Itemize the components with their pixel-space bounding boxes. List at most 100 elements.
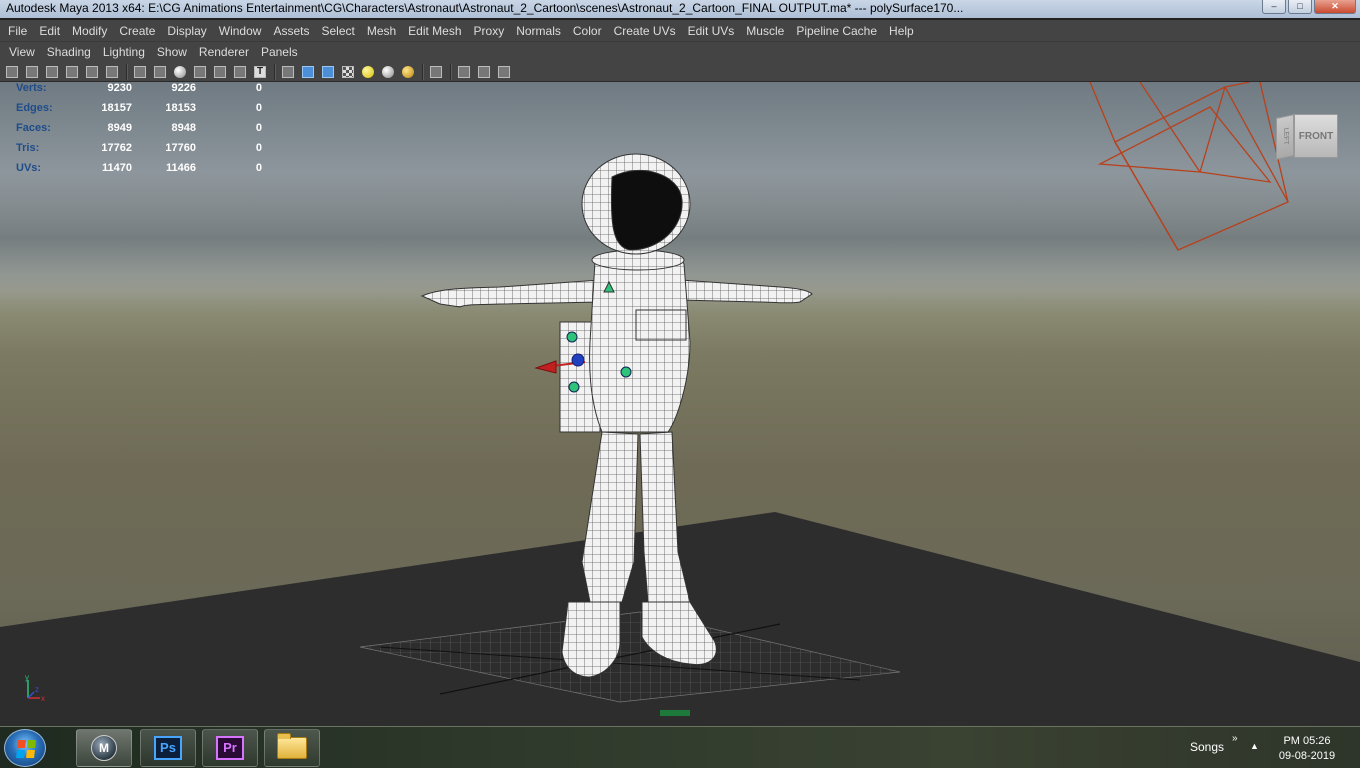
menu-create[interactable]: Create	[113, 24, 161, 38]
menu-display[interactable]: Display	[161, 24, 212, 38]
lock-camera-icon[interactable]	[24, 64, 40, 80]
window-title: Autodesk Maya 2013 x64: E:\CG Animations…	[6, 1, 964, 15]
menu-create-uvs[interactable]: Create UVs	[608, 24, 682, 38]
maximize-button[interactable]: □	[1288, 0, 1312, 14]
minimize-button[interactable]: –	[1262, 0, 1286, 14]
xray-joints-icon[interactable]	[232, 64, 248, 80]
hud-label: Faces:	[16, 122, 51, 134]
menu-color[interactable]: Color	[567, 24, 608, 38]
panel-menu-view[interactable]: View	[3, 45, 41, 59]
all-lights-icon[interactable]	[380, 64, 396, 80]
tray-expand-icon[interactable]: ▲	[1250, 741, 1259, 751]
view-cube-left-face[interactable]: LEFT	[1276, 114, 1294, 160]
menu-edit-uvs[interactable]: Edit UVs	[682, 24, 741, 38]
toolbar-separator	[126, 63, 128, 80]
cube-icon[interactable]	[456, 64, 472, 80]
axis-z-label: z	[35, 685, 39, 694]
bounding-box-icon[interactable]	[280, 64, 296, 80]
hud-value: 0	[255, 122, 262, 134]
clock-time: PM 05:26	[1283, 735, 1331, 747]
grid-origin-marker	[660, 710, 690, 716]
windows-taskbar: M Ps Pr Songs » ▲ PM 05:26 09-08-2019	[0, 726, 1360, 768]
toolbar-chevron-icon[interactable]: »	[1232, 733, 1238, 744]
textured-icon[interactable]: T	[252, 64, 268, 80]
shaded-icon[interactable]	[300, 64, 316, 80]
hud-value: 18157	[101, 102, 132, 114]
hud-value: 0	[255, 102, 262, 114]
menu-normals[interactable]: Normals	[510, 24, 567, 38]
taskbar-app-premiere[interactable]: Pr	[202, 729, 258, 767]
hud-value: 18153	[165, 102, 196, 114]
hud-value: 9230	[107, 82, 132, 94]
perspective-viewport[interactable]: Verts: 9230 9226 0 Edges: 18157 18153 0 …	[0, 82, 1360, 726]
wireframe-on-shaded-icon[interactable]	[320, 64, 336, 80]
high-quality-icon[interactable]	[400, 64, 416, 80]
film-gate-icon[interactable]	[104, 64, 120, 80]
bookmarks-icon[interactable]	[44, 64, 60, 80]
default-light-icon[interactable]	[360, 64, 376, 80]
hud-label: Edges:	[16, 102, 53, 114]
share-icon[interactable]	[496, 64, 512, 80]
isolate-select-icon[interactable]	[428, 64, 444, 80]
hud-value: 8948	[171, 122, 196, 134]
menu-window[interactable]: Window	[213, 24, 268, 38]
hud-value: 11470	[102, 162, 132, 174]
folder-icon	[277, 733, 307, 759]
menu-assets[interactable]: Assets	[267, 24, 315, 38]
view-cube-front-face[interactable]: FRONT	[1294, 114, 1338, 158]
view-cube[interactable]: LEFT FRONT	[1274, 110, 1340, 166]
windows-logo-icon	[16, 740, 36, 758]
menu-select[interactable]: Select	[315, 24, 360, 38]
menu-edit-mesh[interactable]: Edit Mesh	[402, 24, 467, 38]
wireframe-icon[interactable]	[132, 64, 148, 80]
xray-icon[interactable]	[212, 64, 228, 80]
menu-help[interactable]: Help	[883, 24, 920, 38]
panel-menu-renderer[interactable]: Renderer	[193, 45, 255, 59]
taskbar-toolbar-songs[interactable]: Songs	[1190, 740, 1224, 754]
hud-value: 8949	[107, 122, 132, 134]
main-menu-bar: File Edit Modify Create Display Window A…	[0, 20, 1360, 42]
checker-icon[interactable]	[340, 64, 356, 80]
taskbar-app-maya[interactable]: M	[76, 729, 132, 767]
panel-menu-show[interactable]: Show	[151, 45, 193, 59]
toolbar-separator	[274, 63, 276, 80]
hud-label: Verts:	[16, 82, 47, 94]
system-clock[interactable]: PM 05:26 09-08-2019	[1272, 734, 1342, 764]
menu-file[interactable]: File	[2, 24, 33, 38]
panel-menu-panels[interactable]: Panels	[255, 45, 304, 59]
select-camera-icon[interactable]	[4, 64, 20, 80]
toolbar-separator	[450, 63, 452, 80]
menu-mesh[interactable]: Mesh	[361, 24, 402, 38]
window-controls: – □ ✕	[1262, 0, 1356, 14]
hud-value: 17762	[101, 142, 132, 154]
toolbar-separator	[422, 63, 424, 80]
menu-proxy[interactable]: Proxy	[468, 24, 511, 38]
photoshop-icon: Ps	[154, 736, 182, 760]
window-title-bar: Autodesk Maya 2013 x64: E:\CG Animations…	[0, 0, 1360, 18]
image-plane-icon[interactable]	[64, 64, 80, 80]
smooth-shade-icon[interactable]	[172, 64, 188, 80]
panel-menu-lighting[interactable]: Lighting	[97, 45, 151, 59]
taskbar-app-explorer[interactable]	[264, 729, 320, 767]
hud-label: Tris:	[16, 142, 40, 154]
menu-pipeline-cache[interactable]: Pipeline Cache	[790, 24, 883, 38]
resolution-gate-icon[interactable]	[152, 64, 168, 80]
axis-indicator: y x z	[25, 674, 45, 703]
camera-frustum[interactable]	[1089, 82, 1289, 251]
two-pane-icon[interactable]	[476, 64, 492, 80]
start-button[interactable]	[4, 729, 46, 767]
menu-modify[interactable]: Modify	[66, 24, 113, 38]
panel-toolbar: T	[0, 62, 1360, 82]
hud-value: 9226	[171, 82, 196, 94]
grid-toggle-icon[interactable]	[84, 64, 100, 80]
panel-menu-shading[interactable]: Shading	[41, 45, 97, 59]
axis-x-label: x	[41, 694, 45, 703]
close-button[interactable]: ✕	[1314, 0, 1356, 14]
menu-edit[interactable]: Edit	[33, 24, 66, 38]
hud-value: 0	[255, 82, 262, 94]
menu-muscle[interactable]: Muscle	[740, 24, 790, 38]
flat-shade-icon[interactable]	[192, 64, 208, 80]
hud-value: 17760	[165, 142, 196, 154]
premiere-icon: Pr	[216, 736, 244, 760]
taskbar-app-photoshop[interactable]: Ps	[140, 729, 196, 767]
